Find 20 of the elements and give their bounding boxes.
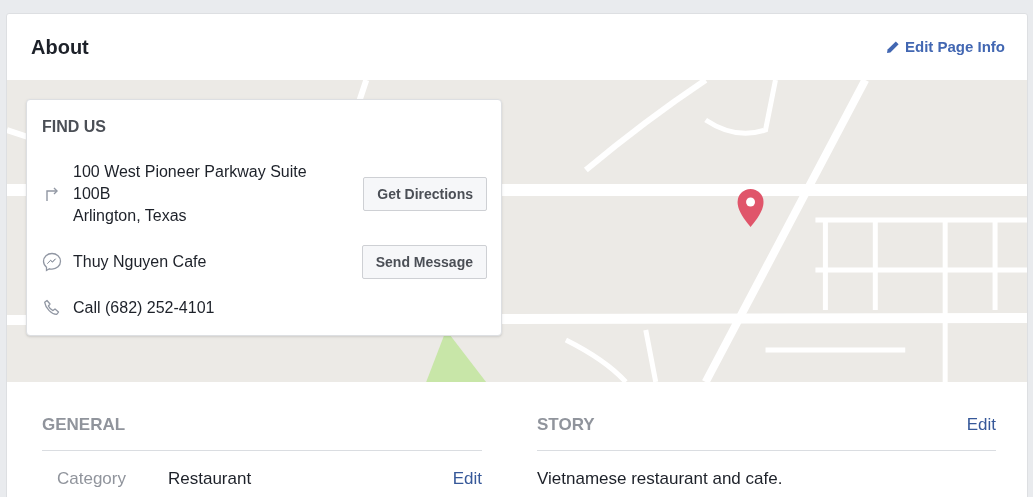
messenger-icon	[42, 252, 62, 272]
turn-arrow-icon	[44, 186, 60, 202]
phone-number: Call (682) 252-4101	[73, 298, 216, 318]
story-heading: STORY	[537, 414, 595, 436]
story-text: Vietnamese restaurant and cafe.	[537, 467, 784, 490]
send-message-button[interactable]: Send Message	[361, 245, 487, 279]
field-label: Category	[57, 467, 127, 490]
general-heading: GENERAL	[42, 415, 126, 434]
edit-link[interactable]: Edit	[452, 465, 482, 491]
section-title: About	[31, 35, 89, 60]
field-value: Restaurant	[168, 467, 253, 490]
edit-page-info-link[interactable]: Edit Page Info	[886, 35, 1005, 59]
get-directions-button[interactable]: Get Directions	[363, 177, 487, 211]
pencil-icon	[886, 40, 900, 54]
edit-link[interactable]: Edit	[966, 412, 996, 438]
phone-icon	[43, 299, 61, 317]
address-line: 100 West Pioneer Parkway Suite 100B	[73, 162, 308, 204]
address-line: Arlington, Texas	[73, 206, 188, 226]
page-name: Thuy Nguyen Cafe	[73, 252, 208, 272]
find-us-title: FIND US	[42, 117, 107, 137]
